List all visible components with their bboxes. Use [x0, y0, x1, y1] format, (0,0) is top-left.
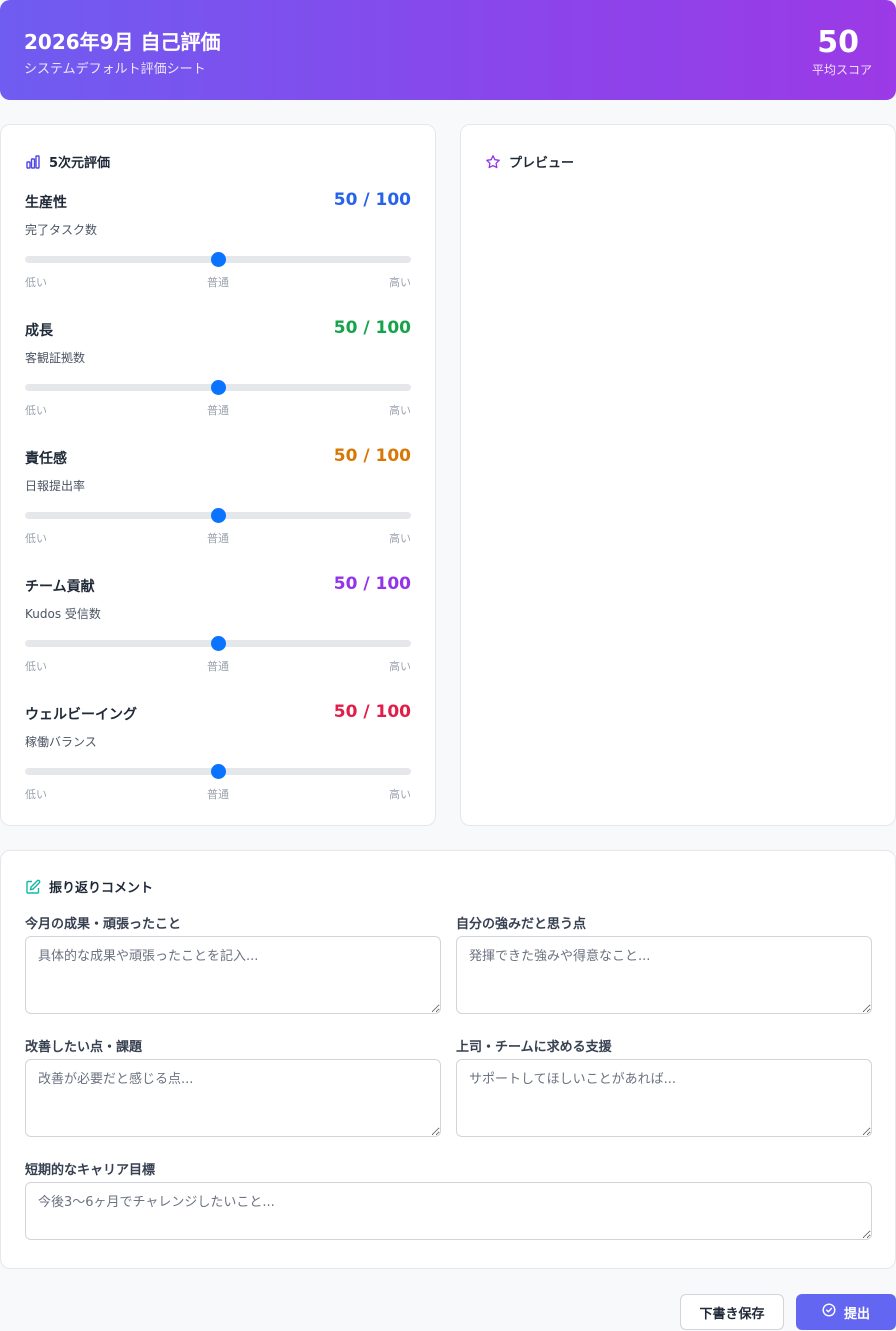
scale-low-label: 低い: [25, 404, 47, 417]
save-draft-label: 下書き保存: [699, 1306, 765, 1322]
dimension-slider[interactable]: [25, 252, 411, 267]
improvements-textarea[interactable]: [25, 1059, 441, 1137]
dimensions-card-header: 5次元評価: [25, 152, 110, 171]
dimension-name: 責任感: [25, 451, 67, 467]
dimension-name: 成長: [25, 323, 53, 339]
dimension-metric: 日報提出率: [25, 479, 86, 493]
scale-low-label: 低い: [25, 788, 47, 801]
slider-thumb[interactable]: [210, 380, 226, 395]
scale-mid-label: 普通: [207, 404, 229, 417]
field-label: 上司・チームに求める支援: [456, 1040, 612, 1055]
scale-mid-label: 普通: [207, 788, 229, 801]
dimension-metric: 稼働バランス: [25, 735, 97, 749]
scale-low-label: 低い: [25, 660, 47, 673]
scale-low-label: 低い: [25, 532, 47, 545]
dimensions-card: 5次元評価 生産性 50 / 100 完了タスク数 低い 普通 高い 成長 50…: [0, 124, 436, 826]
career-textarea[interactable]: [25, 1182, 872, 1240]
scale-mid-label: 普通: [207, 660, 229, 673]
dimension-value: 50 / 100: [333, 574, 411, 594]
check-circle-icon: [822, 1303, 836, 1321]
dimension-metric: Kudos 受信数: [25, 607, 101, 621]
achievements-textarea[interactable]: [25, 936, 441, 1014]
dimension-growth: 成長 50 / 100 客観証拠数 低い 普通 高い: [25, 318, 411, 430]
dimension-value: 50 / 100: [333, 318, 411, 338]
submit-label: 提出: [843, 1306, 870, 1322]
slider-thumb[interactable]: [210, 764, 226, 779]
scale-high-label: 高い: [389, 404, 411, 417]
scale-mid-label: 普通: [207, 276, 229, 289]
page-subtitle: システムデフォルト評価シート: [24, 62, 206, 77]
dimension-slider[interactable]: [25, 764, 411, 779]
edit-icon: [25, 879, 41, 895]
save-draft-button[interactable]: 下書き保存: [680, 1294, 784, 1330]
slider-thumb[interactable]: [210, 508, 226, 523]
average-score: 50: [817, 25, 859, 60]
dimension-slider[interactable]: [25, 380, 411, 395]
dimension-name: 生産性: [25, 195, 67, 211]
field-label: 自分の強みだと思う点: [456, 917, 587, 932]
submit-button[interactable]: 提出: [796, 1294, 896, 1330]
dimension-team-contribution: チーム貢献 50 / 100 Kudos 受信数 低い 普通 高い: [25, 574, 411, 686]
field-label: 今月の成果・頑張ったこと: [25, 917, 182, 932]
scale-high-label: 高い: [389, 276, 411, 289]
dimension-wellbeing: ウェルビーイング 50 / 100 稼働バランス 低い 普通 高い: [25, 702, 411, 814]
comments-card: 振り返りコメント 今月の成果・頑張ったこと 自分の強みだと思う点 改善したい点・…: [0, 850, 896, 1269]
average-score-label: 平均スコア: [811, 63, 872, 77]
dimension-value: 50 / 100: [333, 190, 411, 210]
dimension-name: ウェルビーイング: [25, 707, 137, 723]
scale-high-label: 高い: [389, 660, 411, 673]
scale-high-label: 高い: [389, 788, 411, 801]
preview-card-title: プレビュー: [509, 156, 575, 171]
scale-mid-label: 普通: [207, 532, 229, 545]
page-title: 2026年9月 自己評価: [24, 30, 221, 54]
field-label: 短期的なキャリア目標: [25, 1163, 156, 1178]
bar-chart-icon: [25, 154, 41, 170]
dimension-slider[interactable]: [25, 508, 411, 523]
slider-thumb[interactable]: [210, 636, 226, 651]
dimension-value: 50 / 100: [333, 702, 411, 722]
slider-thumb[interactable]: [210, 252, 226, 267]
field-label: 改善したい点・課題: [25, 1040, 143, 1055]
support-textarea[interactable]: [456, 1059, 872, 1137]
dimension-slider[interactable]: [25, 636, 411, 651]
scale-low-label: 低い: [25, 276, 47, 289]
dimension-metric: 完了タスク数: [25, 223, 98, 237]
dimension-productivity: 生産性 50 / 100 完了タスク数 低い 普通 高い: [25, 190, 411, 302]
scale-high-label: 高い: [389, 532, 411, 545]
dimension-responsibility: 責任感 50 / 100 日報提出率 低い 普通 高い: [25, 446, 411, 558]
comments-card-title: 振り返りコメント: [49, 881, 154, 896]
comments-card-header: 振り返りコメント: [25, 877, 153, 896]
dimension-value: 50 / 100: [333, 446, 411, 466]
preview-card: プレビュー: [460, 124, 896, 826]
dimension-metric: 客観証拠数: [25, 351, 86, 365]
star-icon: [485, 154, 501, 170]
preview-card-header: プレビュー: [485, 152, 574, 171]
dimensions-card-title: 5次元評価: [49, 156, 111, 171]
strengths-textarea[interactable]: [456, 936, 872, 1014]
dimension-name: チーム貢献: [25, 579, 95, 595]
page-header: 2026年9月 自己評価 システムデフォルト評価シート 50 平均スコア: [0, 0, 896, 100]
